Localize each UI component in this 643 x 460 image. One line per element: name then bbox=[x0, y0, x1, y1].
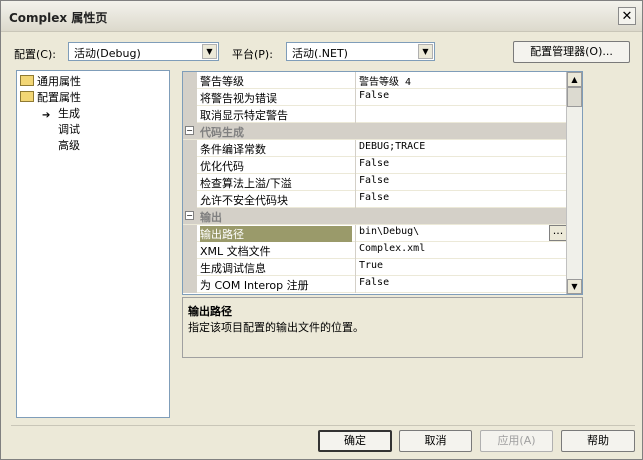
config-value: 活动(Debug) bbox=[74, 47, 141, 60]
tree-item-label: 调试 bbox=[58, 123, 80, 136]
property-name: 将警告视为错误 bbox=[200, 92, 277, 105]
scroll-up-icon[interactable]: ▲ bbox=[567, 72, 582, 87]
tree-item-label: 生成 bbox=[58, 107, 80, 120]
property-value[interactable]: False bbox=[359, 277, 389, 288]
property-name: 警告等级 bbox=[200, 75, 244, 88]
close-button[interactable]: ✕ bbox=[618, 7, 636, 25]
scroll-down-icon[interactable]: ▼ bbox=[567, 279, 582, 294]
vertical-scrollbar[interactable]: ▲ ▼ bbox=[566, 72, 582, 294]
property-row-selected[interactable]: 输出路径 bin\Debug\ ... bbox=[183, 225, 567, 242]
divider bbox=[11, 425, 635, 426]
property-value[interactable]: False bbox=[359, 90, 389, 101]
category-row-output[interactable]: − 输出 bbox=[183, 208, 567, 225]
property-row[interactable]: 检查算法上溢/下溢 False bbox=[183, 174, 567, 191]
title-bar[interactable]: Complex 属性页 ✕ bbox=[1, 1, 642, 32]
properties-dialog: Complex 属性页 ✕ 配置(C): 活动(Debug) ▼ 平台(P): … bbox=[0, 0, 643, 460]
tree-item-build[interactable]: 生成 bbox=[58, 107, 80, 121]
description-title: 输出路径 bbox=[188, 305, 232, 318]
property-name: 检查算法上溢/下溢 bbox=[200, 177, 292, 190]
apply-button[interactable]: 应用(A) bbox=[480, 430, 553, 452]
scroll-thumb[interactable] bbox=[567, 87, 582, 107]
category-tree: 通用属性 配置属性 ➔ 生成 调试 高级 bbox=[16, 70, 170, 418]
platform-value: 活动(.NET) bbox=[292, 47, 348, 60]
property-name: 允许不安全代码块 bbox=[200, 194, 288, 207]
property-row[interactable]: 优化代码 False bbox=[183, 157, 567, 174]
window-title: Complex 属性页 bbox=[9, 11, 108, 25]
property-row[interactable]: 将警告视为错误 False bbox=[183, 89, 567, 106]
property-value[interactable]: 警告等级 4 bbox=[359, 73, 411, 88]
chevron-down-icon[interactable]: ▼ bbox=[202, 44, 217, 59]
description-panel: 输出路径 指定该项目配置的输出文件的位置。 bbox=[182, 297, 583, 358]
category-name: 代码生成 bbox=[200, 126, 244, 139]
tree-item-debug[interactable]: 调试 bbox=[58, 123, 80, 137]
property-row[interactable]: 条件编译常数 DEBUG;TRACE bbox=[183, 140, 567, 157]
config-select[interactable]: 活动(Debug) ▼ bbox=[68, 42, 219, 61]
tree-item-label: 高级 bbox=[58, 139, 80, 152]
tree-item-common[interactable]: 通用属性 bbox=[20, 75, 81, 89]
collapse-icon[interactable]: − bbox=[185, 126, 194, 135]
tree-item-advanced[interactable]: 高级 bbox=[58, 139, 80, 153]
property-name: 生成调试信息 bbox=[200, 262, 266, 275]
description-text: 指定该项目配置的输出文件的位置。 bbox=[188, 321, 364, 334]
folder-icon bbox=[20, 75, 34, 86]
ok-button[interactable]: 确定 bbox=[318, 430, 392, 452]
tree-item-config[interactable]: 配置属性 bbox=[20, 91, 81, 105]
property-value[interactable]: Complex.xml bbox=[359, 243, 425, 254]
collapse-icon[interactable]: − bbox=[185, 211, 194, 220]
property-value[interactable]: False bbox=[359, 158, 389, 169]
property-value[interactable]: False bbox=[359, 192, 389, 203]
platform-select[interactable]: 活动(.NET) ▼ bbox=[286, 42, 435, 61]
property-name: 输出路径 bbox=[200, 226, 352, 242]
tree-item-label: 配置属性 bbox=[37, 91, 81, 104]
help-button[interactable]: 帮助 bbox=[561, 430, 635, 452]
close-icon: ✕ bbox=[621, 9, 633, 24]
config-manager-button[interactable]: 配置管理器(O)... bbox=[513, 41, 630, 63]
platform-label: 平台(P): bbox=[232, 48, 273, 61]
property-value[interactable]: False bbox=[359, 175, 389, 186]
property-name: 条件编译常数 bbox=[200, 143, 266, 156]
folder-open-icon bbox=[20, 91, 34, 102]
browse-button[interactable]: ... bbox=[549, 225, 567, 241]
property-value[interactable]: DEBUG;TRACE bbox=[359, 141, 425, 152]
property-grid: 警告等级 警告等级 4 将警告视为错误 False 取消显示特定警告 − 代码生… bbox=[182, 71, 583, 295]
property-value[interactable]: bin\Debug\ bbox=[359, 226, 419, 237]
property-name: 取消显示特定警告 bbox=[200, 109, 288, 122]
arrow-right-icon: ➔ bbox=[42, 110, 51, 121]
category-name: 输出 bbox=[200, 211, 222, 224]
config-label: 配置(C): bbox=[14, 48, 56, 61]
chevron-down-icon[interactable]: ▼ bbox=[418, 44, 433, 59]
property-row[interactable]: 为 COM Interop 注册 False bbox=[183, 276, 567, 293]
tree-item-label: 通用属性 bbox=[37, 75, 81, 88]
property-name: 为 COM Interop 注册 bbox=[200, 279, 309, 292]
cancel-button[interactable]: 取消 bbox=[399, 430, 472, 452]
property-row[interactable]: 允许不安全代码块 False bbox=[183, 191, 567, 208]
property-row[interactable]: XML 文档文件 Complex.xml bbox=[183, 242, 567, 259]
category-row-codegen[interactable]: − 代码生成 bbox=[183, 123, 567, 140]
property-row[interactable]: 警告等级 警告等级 4 bbox=[183, 72, 567, 89]
property-value[interactable]: True bbox=[359, 260, 383, 271]
property-row[interactable]: 生成调试信息 True bbox=[183, 259, 567, 276]
property-name: 优化代码 bbox=[200, 160, 244, 173]
property-name: XML 文档文件 bbox=[200, 245, 271, 258]
property-row[interactable]: 取消显示特定警告 bbox=[183, 106, 567, 123]
